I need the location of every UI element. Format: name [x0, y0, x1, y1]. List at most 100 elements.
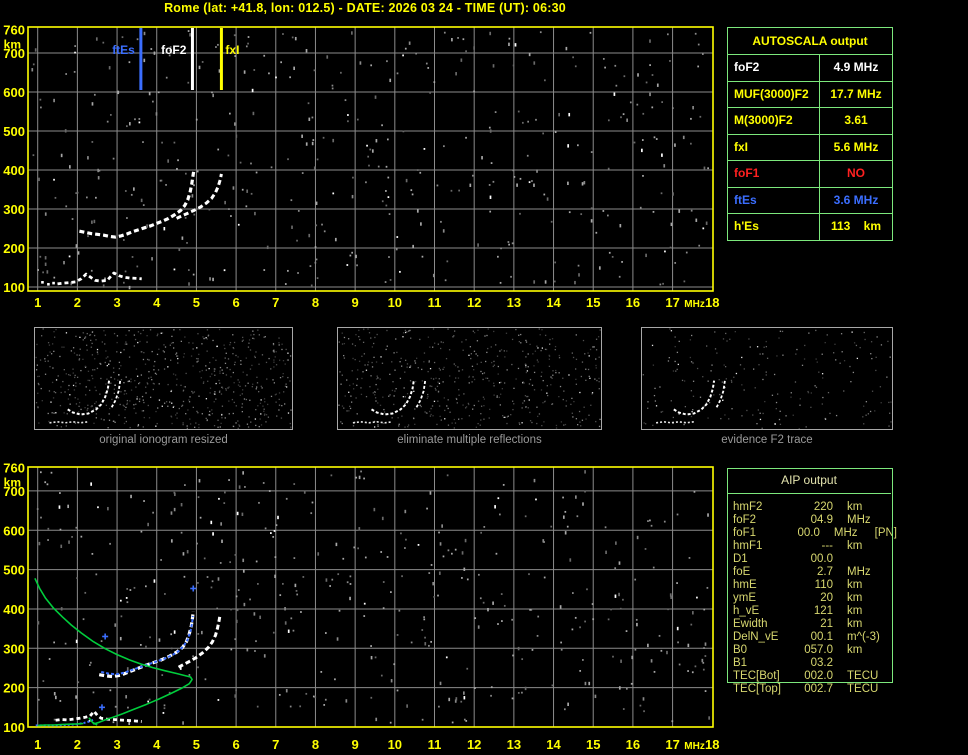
panel-caption: eliminate multiple reflections — [397, 434, 542, 446]
aip-unit: MHz — [833, 527, 858, 539]
aip-extra — [887, 683, 893, 696]
aip-value: 110 — [814, 579, 833, 591]
svg-text:13: 13 — [507, 295, 521, 310]
table-row: foF2 04.9 MHz — [727, 514, 897, 527]
aip-value: 20 — [820, 592, 833, 604]
aip-label: TEC[Bot] — [733, 670, 780, 682]
aip-unit: km — [847, 605, 863, 617]
svg-text:6: 6 — [232, 295, 239, 310]
svg-text:300: 300 — [3, 202, 25, 217]
param-value: 17.7 MHz — [830, 86, 882, 101]
station-date-time-title: Rome (lat: +41.8, lon: 012.5) - DATE: 20… — [164, 1, 566, 15]
autoscala-table-header: AUTOSCALA output — [752, 34, 868, 48]
svg-text:MHz: MHz — [684, 741, 705, 752]
autoscala-output-table: AUTOSCALA output foF2 4.9 MHz MUF(3000)F2 1… — [727, 27, 893, 241]
param-value: 4.9 MHz — [833, 60, 879, 74]
aip-extra — [887, 540, 893, 553]
aip-label: B1 — [733, 657, 748, 669]
aip-extra — [887, 553, 893, 566]
aip-label: hmF1 — [733, 540, 763, 552]
aip-label: Ewidth — [733, 618, 768, 630]
table-row: ftEs 3.6 MHz — [728, 186, 892, 213]
aip-label: B0 — [733, 644, 748, 656]
aip-value: 00.0 — [810, 553, 833, 565]
aip-unit: m^(-3) — [847, 631, 880, 643]
aip-value: 03.2 — [810, 657, 833, 669]
top-ionogram-chart: ftEs foF2 fxI1 2 3 4 5 6 7 8 9 10 11 12 13 14 15 16 17 18MH… — [3, 23, 719, 310]
svg-text:500: 500 — [3, 124, 25, 139]
aip-unit: km — [847, 579, 863, 591]
aip-extra — [887, 644, 893, 657]
param-value: 3.61 — [844, 113, 868, 127]
autoscala-table-body: foF2 4.9 MHz MUF(3000)F2 17.7 MHz M(3000)F2 3… — [728, 54, 892, 240]
aip-label: foF2 — [733, 514, 757, 526]
panel-caption: evidence F2 trace — [721, 434, 813, 446]
table-row: D1 00.0 — [727, 553, 897, 566]
aip-unit — [833, 657, 887, 670]
svg-text:14: 14 — [546, 737, 561, 752]
svg-text:18: 18 — [705, 295, 719, 310]
aip-extra — [887, 618, 893, 631]
aip-extra — [887, 592, 893, 605]
svg-text:16: 16 — [626, 737, 640, 752]
svg-text:7: 7 — [272, 737, 279, 752]
aip-extra — [887, 605, 893, 618]
svg-text:9: 9 — [352, 737, 359, 752]
svg-text:7: 7 — [272, 295, 279, 310]
svg-text:10: 10 — [388, 737, 402, 752]
svg-text:8: 8 — [312, 295, 319, 310]
table-row: hmE 110 km — [727, 579, 897, 592]
svg-text:300: 300 — [3, 641, 25, 656]
svg-text:17: 17 — [665, 737, 679, 752]
svg-text:MHz: MHz — [684, 299, 705, 310]
table-row: foF1 NO — [728, 160, 892, 187]
aip-label: hmF2 — [733, 501, 763, 513]
svg-text:500: 500 — [3, 563, 25, 578]
param-value: 113 km — [830, 219, 882, 233]
aip-value: 002.7 — [804, 683, 833, 695]
aip-table-body: hmF2 220 km foF2 04.9 MHz foF1 00.0 MHz [PN] hmF1-… — [727, 501, 897, 696]
svg-text:760: 760 — [3, 23, 25, 38]
svg-text:15: 15 — [586, 737, 600, 752]
aip-value: 121 — [813, 605, 833, 617]
aip-value: 00.1 — [810, 631, 833, 643]
aip-extra — [887, 566, 893, 579]
svg-text:13: 13 — [507, 737, 521, 752]
panel-eliminate-reflections — [337, 327, 602, 430]
aip-table-header: AIP output — [727, 468, 891, 494]
table-row: DelN_vE 00.1 m^(-3) — [727, 631, 897, 644]
param-label: foF2 — [728, 55, 820, 81]
param-label: M(3000)F2 — [728, 108, 820, 134]
table-row: h_vE 121 km — [727, 605, 897, 618]
svg-text:4: 4 — [153, 737, 161, 752]
table-row: h'Es 113 km — [728, 213, 892, 240]
svg-text:12: 12 — [467, 737, 481, 752]
svg-text:1: 1 — [34, 295, 41, 310]
svg-text:fxI: fxI — [225, 43, 239, 57]
panel-original-ionogram — [34, 327, 293, 430]
aip-value: 00.0 — [797, 527, 820, 539]
svg-text:17: 17 — [665, 295, 679, 310]
aip-unit: km — [847, 501, 863, 513]
svg-text:4: 4 — [153, 295, 161, 310]
aip-label: hmE — [733, 579, 757, 591]
table-row: foE 2.7 MHz — [727, 566, 897, 579]
svg-text:600: 600 — [3, 85, 25, 100]
table-row: TEC[Top] 002.7 TECU — [727, 683, 897, 696]
aip-value: 2.7 — [817, 566, 833, 578]
svg-text:3: 3 — [113, 737, 120, 752]
param-label: h'Es — [728, 214, 820, 240]
svg-text:14: 14 — [546, 295, 561, 310]
svg-text:12: 12 — [467, 295, 481, 310]
svg-text:400: 400 — [3, 602, 25, 617]
svg-text:3: 3 — [113, 295, 120, 310]
svg-text:8: 8 — [312, 737, 319, 752]
aip-extra — [887, 501, 893, 514]
aip-unit: TECU — [847, 670, 879, 682]
aip-extra: [PN] — [874, 527, 897, 539]
aip-extra — [887, 670, 893, 683]
param-value: 3.6 MHz — [833, 192, 879, 207]
svg-text:foF2: foF2 — [161, 43, 187, 57]
aip-unit: MHz — [847, 566, 871, 578]
table-row: foF2 4.9 MHz — [728, 54, 892, 81]
